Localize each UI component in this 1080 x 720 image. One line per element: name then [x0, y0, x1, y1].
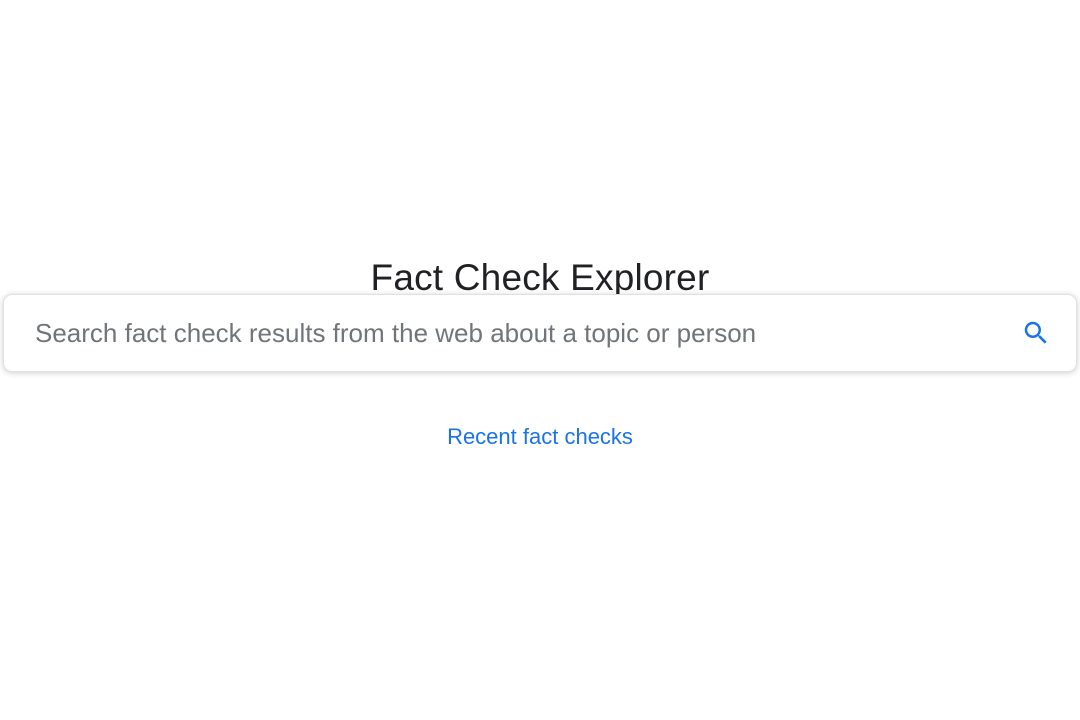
- search-input[interactable]: [4, 295, 1016, 371]
- recent-fact-checks-link[interactable]: Recent fact checks: [447, 424, 633, 449]
- page: Fact Check Explorer Recent fact checks: [0, 0, 1080, 720]
- search-bar: [3, 294, 1077, 372]
- recent-link-container: Recent fact checks: [0, 422, 1080, 452]
- search-icon: [1024, 321, 1047, 344]
- search-button[interactable]: [1016, 313, 1056, 353]
